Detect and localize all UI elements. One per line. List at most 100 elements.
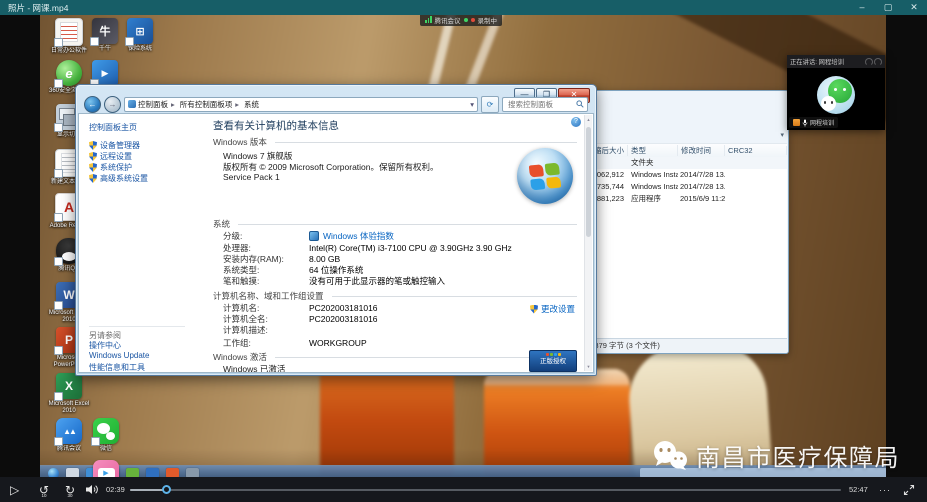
fullscreen-button[interactable] xyxy=(903,477,915,502)
archive-window: ▾ 压缩后大小 类型 修改时间 CRC32 文件夹 1,062,912 Wind… xyxy=(578,90,789,354)
search-box[interactable] xyxy=(502,97,588,112)
see-also-title: 另请参阅 xyxy=(89,326,185,341)
search-input[interactable] xyxy=(506,99,576,110)
letterbox-right xyxy=(886,15,927,480)
sidebar-item-remote-settings[interactable]: 远程设置 xyxy=(89,151,132,162)
speaking-text: 正在讲话: 网程培训 xyxy=(790,57,844,66)
control-panel-icon xyxy=(128,100,136,108)
desktop-icon-excel[interactable]: X Microsoft Excel 2010 xyxy=(47,373,91,415)
pen-touch-row: 笔和触摸: 没有可用于此显示器的笔或触控输入 xyxy=(223,276,445,287)
windows-logo xyxy=(517,148,573,204)
table-row[interactable]: 735,744 Windows Installe... 2014/7/28 13… xyxy=(580,181,787,193)
forward-button[interactable] xyxy=(104,96,121,113)
document-icon xyxy=(55,18,83,46)
rating-row: 分级: Windows 体验指数 xyxy=(223,231,394,242)
address-dropdown-icon[interactable] xyxy=(470,100,474,109)
help-icon[interactable] xyxy=(571,117,581,127)
service-pack: Service Pack 1 xyxy=(223,172,280,182)
table-row[interactable]: 1,062,912 Windows Installe... 2014/7/28 … xyxy=(580,169,787,181)
column-header-crc32[interactable]: CRC32 xyxy=(725,146,787,155)
breadcrumb-all-items[interactable]: 所有控制面板项 xyxy=(180,99,242,110)
system-properties-window: — ❐ ✕ 控制面板 所有控制面板项 系统 xyxy=(75,84,597,376)
breadcrumb-system[interactable]: 系统 xyxy=(244,99,259,110)
qianniu-icon: 牛 xyxy=(92,18,118,44)
wechat-watermark: 南昌市医疗保障局 xyxy=(652,438,900,473)
skip-forward-button[interactable]: ↻30 xyxy=(62,477,78,502)
total-time: 52:47 xyxy=(849,477,868,502)
sidebar-item-advanced-settings[interactable]: 高级系统设置 xyxy=(89,173,148,184)
computer-description-row: 计算机描述: xyxy=(223,325,309,336)
address-bar[interactable]: 控制面板 所有控制面板项 系统 xyxy=(124,97,478,112)
skip-forward-icon: ↻30 xyxy=(62,483,78,497)
uac-shield-icon xyxy=(530,305,538,314)
column-header-type[interactable]: 类型 xyxy=(628,145,678,156)
seek-bar[interactable] xyxy=(130,489,841,491)
excel-icon: X xyxy=(56,373,82,399)
play-button[interactable]: ▷ xyxy=(10,477,19,502)
workgroup-row: 工作组: WORKGROUP xyxy=(223,338,367,349)
skip-back-icon: ↺10 xyxy=(36,483,52,497)
tencent-meeting-icon: ▲▲ xyxy=(56,418,82,444)
scrollbar[interactable] xyxy=(584,115,592,371)
chevron-down-icon[interactable]: ▾ xyxy=(780,131,784,139)
close-button[interactable]: ✕ xyxy=(901,0,927,15)
app-titlebar: 照片 - 网课.mp4 – ▢ ✕ xyxy=(0,0,927,15)
volume-button[interactable] xyxy=(86,477,99,502)
signal-bars-icon xyxy=(425,16,432,23)
browser-icon: e xyxy=(56,60,82,86)
sidebar-item-windows-update[interactable]: Windows Update xyxy=(89,351,149,360)
participant-name: 网程培训 xyxy=(810,118,834,127)
sidebar-item-action-center[interactable]: 操作中心 xyxy=(89,340,121,351)
column-header-modified[interactable]: 修改时间 xyxy=(678,145,725,156)
uac-shield-icon xyxy=(89,141,97,150)
archive-file-list: 文件夹 1,062,912 Windows Installe... 2014/7… xyxy=(580,157,787,339)
section-computer-name: 计算机名称、域和工作组设置 xyxy=(213,290,577,302)
sidebar-item-performance-tools[interactable]: 性能信息和工具 xyxy=(89,362,145,373)
experience-index-link[interactable]: Windows 体验指数 xyxy=(323,231,394,241)
sidebar-item-device-manager[interactable]: 设备管理器 xyxy=(89,140,140,151)
seek-bar-fill xyxy=(130,489,166,491)
participant-name-bar: 网程培训 xyxy=(789,117,838,128)
ram-row: 安装内存(RAM): 8.00 GB xyxy=(223,254,340,265)
minimize-button[interactable]: – xyxy=(849,0,875,15)
sidebar-item-system-protection[interactable]: 系统保护 xyxy=(89,162,132,173)
table-row[interactable]: 文件夹 xyxy=(580,157,787,169)
maximize-button[interactable]: ▢ xyxy=(875,0,901,15)
sidebar-item-home[interactable]: 控制面板主页 xyxy=(89,122,137,133)
recording-status: 录制中 xyxy=(478,15,498,25)
letterbox-left xyxy=(0,15,40,480)
microphone-icon xyxy=(802,119,808,127)
wechat-icon xyxy=(93,418,119,444)
seek-thumb[interactable] xyxy=(162,485,171,494)
search-icon xyxy=(576,100,584,108)
more-options-button[interactable]: ··· xyxy=(879,477,891,502)
host-badge-icon xyxy=(793,119,800,126)
os-type-row: 系统类型: 64 位操作系统 xyxy=(223,265,363,276)
back-button[interactable] xyxy=(84,96,101,113)
computer-fullname-row: 计算机全名: PC202003181016 xyxy=(223,314,378,325)
meeting-logo-icon xyxy=(865,58,882,66)
volume-icon xyxy=(86,484,99,495)
screen: 照片 - 网课.mp4 – ▢ ✕ xyxy=(0,0,927,502)
uac-shield-icon xyxy=(89,152,97,161)
refresh-button[interactable] xyxy=(481,96,499,113)
meeting-app-name: 腾讯会议 xyxy=(435,15,461,25)
skip-back-button[interactable]: ↺10 xyxy=(36,477,52,502)
table-row[interactable]: 1,881,223 应用程序 2015/6/9 11:29 xyxy=(580,193,787,205)
page-title: 查看有关计算机的基本信息 xyxy=(213,118,339,133)
change-settings-link[interactable]: 更改设置 xyxy=(530,303,575,315)
desktop-icon-insurance[interactable]: ⊞ 保险系统 xyxy=(118,18,162,53)
participant-video-tile[interactable]: 网程培训 xyxy=(787,68,885,130)
speaker-overlay-panel: 正在讲话: 网程培训 网程培训 xyxy=(787,55,885,130)
section-system: 系统 xyxy=(213,218,577,230)
archive-column-headers: 压缩后大小 类型 修改时间 CRC32 xyxy=(580,143,787,158)
navigation-bar: 控制面板 所有控制面板项 系统 xyxy=(84,96,588,112)
windows-flag-mini-icon xyxy=(530,353,576,356)
speaking-banner: 正在讲话: 网程培训 xyxy=(787,55,885,68)
genuine-windows-badge[interactable]: 正版授权 xyxy=(529,350,577,372)
section-windows-version: Windows 版本 xyxy=(213,136,577,148)
breadcrumb-control-panel[interactable]: 控制面板 xyxy=(138,99,178,110)
uac-shield-icon xyxy=(89,174,97,183)
desktop-icon-wechat[interactable]: 微信 xyxy=(84,418,128,453)
watermark-text: 南昌市医疗保障局 xyxy=(696,438,900,473)
